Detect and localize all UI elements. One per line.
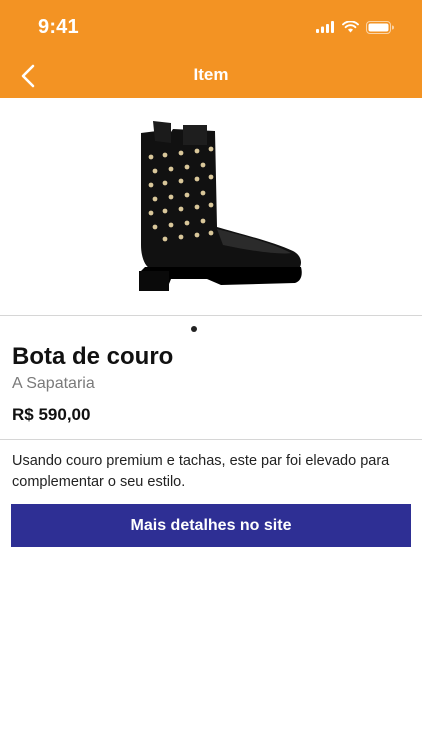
- wifi-icon: [342, 21, 359, 33]
- product-image-gallery[interactable]: [0, 98, 422, 316]
- info-divider: [0, 439, 422, 440]
- product-price: R$ 590,00: [12, 405, 91, 424]
- battery-icon: [366, 20, 394, 34]
- page-title: Item: [193, 65, 229, 84]
- gallery-divider: [0, 315, 422, 316]
- page-indicator-dot[interactable]: [191, 326, 197, 332]
- boot-image: [139, 121, 302, 291]
- details-on-site-button[interactable]: Mais detalhes no site: [11, 504, 411, 547]
- store-name: A Sapataria: [12, 375, 95, 392]
- status-icons: [316, 18, 394, 36]
- product-name: Bota de couro: [12, 343, 174, 370]
- status-time: 9:41: [38, 16, 79, 38]
- product-description: Usando couro premium e tachas, este par …: [12, 453, 390, 490]
- status-bar: 9:41: [0, 0, 422, 54]
- app-header: 9:41 Item: [0, 0, 422, 98]
- cellular-signal-icon: [316, 21, 334, 33]
- navigation-bar: Item: [0, 54, 422, 98]
